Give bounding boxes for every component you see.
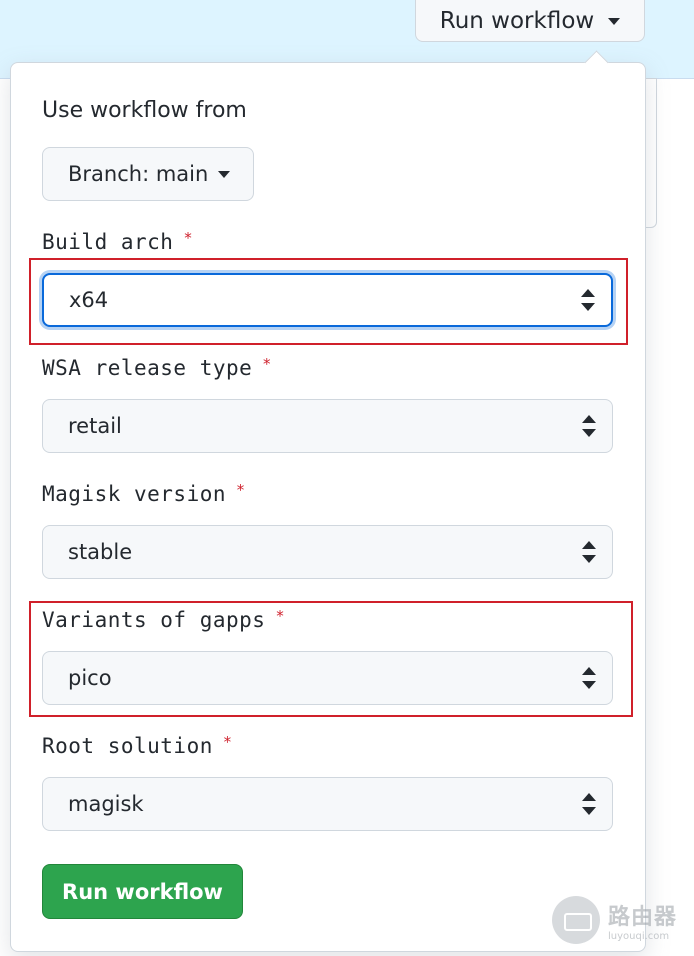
- required-mark: *: [236, 481, 246, 499]
- highlight-box-build-arch: [29, 258, 628, 345]
- select-arrows-icon: [582, 541, 596, 563]
- caret-down-icon: [608, 17, 621, 25]
- select-arrows-icon: [582, 793, 596, 815]
- run-workflow-submit-label: Run workflow: [62, 879, 223, 904]
- router-logo-icon: [552, 896, 600, 944]
- required-mark: *: [262, 355, 272, 373]
- field-label-wsa-release-type: WSA release type *: [42, 355, 272, 380]
- highlight-box-variants-of-gapps: [29, 601, 633, 717]
- wsa-release-type-value: retail: [68, 414, 122, 438]
- run-workflow-label: Run workflow: [439, 8, 595, 34]
- root-solution-value: magisk: [68, 792, 144, 816]
- required-mark: *: [183, 229, 193, 247]
- magisk-version-value: stable: [68, 540, 133, 564]
- branch-select-label: Branch: main: [68, 162, 209, 186]
- required-mark: *: [222, 733, 233, 751]
- watermark-url: luyouqi.com: [608, 930, 670, 942]
- magisk-version-select[interactable]: stable: [42, 525, 613, 579]
- use-workflow-label: Use workflow from: [42, 98, 247, 123]
- caret-down-icon: [218, 170, 231, 178]
- run-workflow-submit-button[interactable]: Run workflow: [42, 864, 243, 919]
- field-label-root-solution: Root solution *: [42, 733, 233, 758]
- root-solution-select[interactable]: magisk: [42, 777, 613, 831]
- run-workflow-dropdown-button[interactable]: Run workflow: [415, 0, 645, 42]
- branch-select-button[interactable]: Branch: main: [42, 147, 254, 201]
- select-arrows-icon: [582, 415, 596, 437]
- site-watermark: 路由器 luyouqi.com: [552, 890, 687, 950]
- field-label-build-arch: Build arch *: [42, 229, 193, 254]
- wsa-release-type-select[interactable]: retail: [42, 399, 613, 453]
- watermark-text: 路由器: [608, 904, 678, 930]
- field-label-magisk-version: Magisk version *: [42, 481, 246, 506]
